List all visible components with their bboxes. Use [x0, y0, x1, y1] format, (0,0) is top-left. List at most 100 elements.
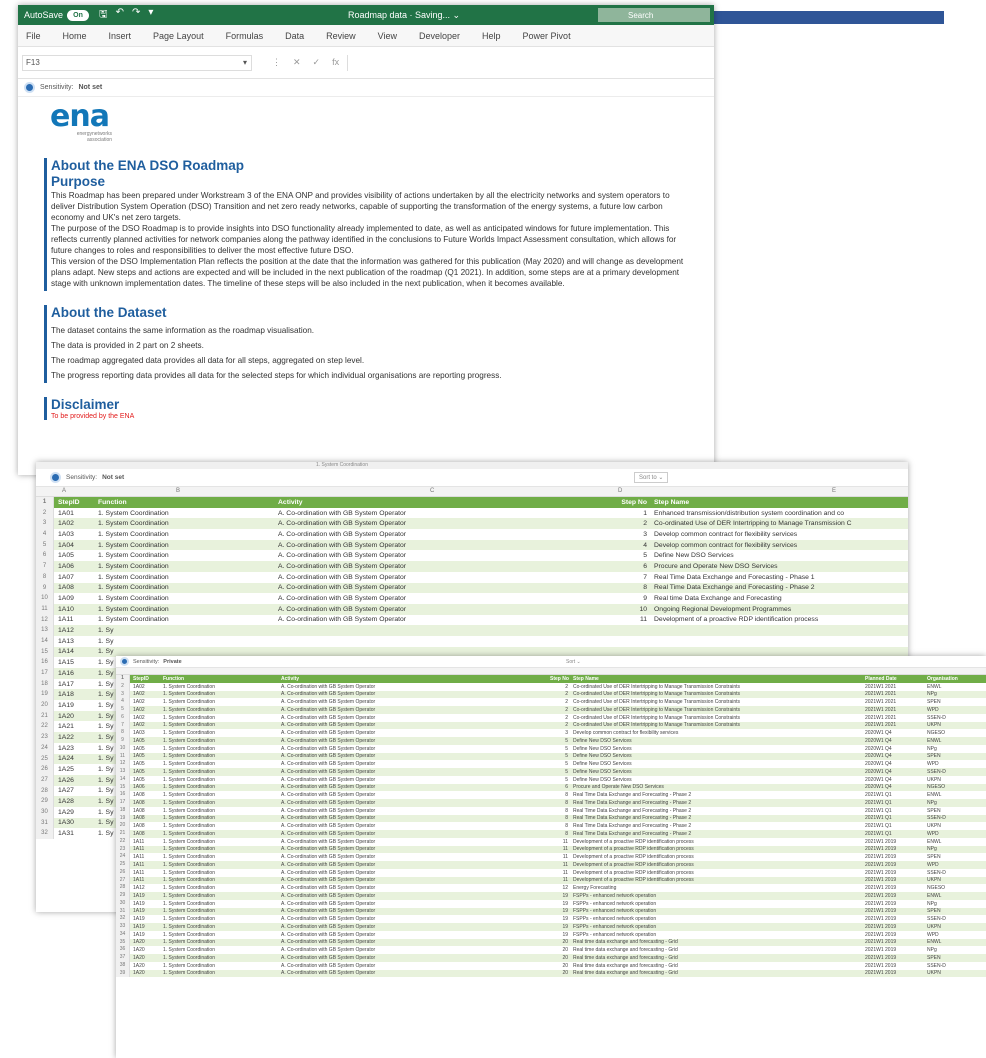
- chevron-down-icon[interactable]: ▾: [243, 58, 247, 67]
- function-cell[interactable]: 1. Sy: [94, 638, 274, 645]
- organisation-cell[interactable]: NGESO: [924, 730, 986, 736]
- step-no-cell[interactable]: 19: [550, 916, 570, 922]
- step-id-cell[interactable]: 1A06: [130, 784, 160, 790]
- toggle-switch[interactable]: On: [67, 9, 90, 21]
- sensitivity-icon[interactable]: [24, 82, 35, 93]
- row-number[interactable]: 9: [36, 582, 54, 594]
- step-id-cell[interactable]: 1A08: [130, 831, 160, 837]
- step-name-cell[interactable]: Define New DSO Services: [570, 738, 862, 744]
- cancel-icon[interactable]: ✕: [293, 57, 301, 68]
- save-icon[interactable]: 🖫: [99, 7, 108, 24]
- activity-cell[interactable]: A. Co-ordination with GB System Operator: [278, 722, 550, 728]
- step-id-cell[interactable]: 1A20: [130, 947, 160, 953]
- activity-cell[interactable]: A. Co-ordination with GB System Operator: [278, 769, 550, 775]
- organisation-cell[interactable]: SSEN-D: [924, 715, 986, 721]
- step-name-cell[interactable]: Co-ordinated Use of DER Intertripping to…: [570, 684, 862, 690]
- function-cell[interactable]: 1. System Coordination: [160, 854, 278, 860]
- row-number[interactable]: 39: [116, 969, 130, 978]
- function-cell[interactable]: 1. System Coordination: [160, 924, 278, 930]
- step-id-cell[interactable]: 1A05: [130, 777, 160, 783]
- function-cell[interactable]: 1. System Coordination: [160, 885, 278, 891]
- row-number[interactable]: 2: [36, 507, 54, 519]
- function-cell[interactable]: 1. System Coordination: [94, 531, 274, 538]
- activity-cell[interactable]: A. Co-ordination with GB System Operator: [274, 531, 620, 538]
- step-no-cell[interactable]: 11: [550, 846, 570, 852]
- organisation-cell[interactable]: SPEN: [924, 808, 986, 814]
- organisation-cell[interactable]: NPg: [924, 901, 986, 907]
- activity-cell[interactable]: A. Co-ordination with GB System Operator: [278, 699, 550, 705]
- row-number[interactable]: 9: [116, 737, 130, 745]
- function-cell[interactable]: 1. System Coordination: [94, 552, 274, 559]
- row-number[interactable]: 19: [116, 814, 130, 823]
- step-no-cell[interactable]: 2: [550, 707, 570, 713]
- step-no-cell[interactable]: 8: [550, 815, 570, 821]
- col-letter[interactable]: E: [832, 488, 836, 494]
- organisation-cell[interactable]: UKPN: [924, 777, 986, 783]
- step-id-cell[interactable]: 1A05: [54, 552, 94, 559]
- step-no-cell[interactable]: 20: [550, 970, 570, 976]
- function-cell[interactable]: 1. System Coordination: [160, 792, 278, 798]
- organisation-cell[interactable]: ENWL: [924, 738, 986, 744]
- step-id-cell[interactable]: 1A05: [130, 746, 160, 752]
- row-number[interactable]: 10: [116, 744, 130, 753]
- planned-date-cell[interactable]: 2021W1 2019: [862, 916, 924, 922]
- step-no-cell[interactable]: 2: [620, 520, 650, 527]
- step-no-cell[interactable]: 2: [550, 699, 570, 705]
- step-name-cell[interactable]: Development of a proactive RDP identific…: [650, 616, 908, 623]
- function-cell[interactable]: 1. System Coordination: [160, 955, 278, 961]
- planned-date-cell[interactable]: 2021W1 2019: [862, 862, 924, 868]
- function-cell[interactable]: 1. System Coordination: [94, 574, 274, 581]
- step-id-cell[interactable]: 1A04: [54, 542, 94, 549]
- function-cell[interactable]: 1. System Coordination: [160, 808, 278, 814]
- function-cell[interactable]: 1. System Coordination: [94, 542, 274, 549]
- planned-date-cell[interactable]: 2021W1 2021: [862, 707, 924, 713]
- organisation-cell[interactable]: SPEN: [924, 854, 986, 860]
- activity-cell[interactable]: A. Co-ordination with GB System Operator: [278, 939, 550, 945]
- function-cell[interactable]: 1. System Coordination: [94, 520, 274, 527]
- column-header[interactable]: Activity: [278, 676, 550, 682]
- activity-cell[interactable]: A. Co-ordination with GB System Operator: [274, 563, 620, 570]
- step-name-cell[interactable]: Define New DSO Services: [570, 761, 862, 767]
- step-name-cell[interactable]: Define New DSO Services: [650, 552, 908, 559]
- step-id-cell[interactable]: 1A07: [54, 574, 94, 581]
- function-cell[interactable]: 1. System Coordination: [160, 970, 278, 976]
- step-id-cell[interactable]: 1A20: [130, 939, 160, 945]
- step-id-cell[interactable]: 1A11: [130, 846, 160, 852]
- step-id-cell[interactable]: 1A20: [54, 713, 94, 720]
- activity-cell[interactable]: A. Co-ordination with GB System Operator: [278, 901, 550, 907]
- step-name-cell[interactable]: FSPPs - enhanced network operation: [570, 932, 862, 938]
- row-number[interactable]: 23: [116, 845, 130, 854]
- activity-cell[interactable]: A. Co-ordination with GB System Operator: [278, 746, 550, 752]
- row-number[interactable]: 19: [36, 689, 54, 701]
- planned-date-cell[interactable]: 2020W1 Q4: [862, 753, 924, 759]
- organisation-cell[interactable]: UKPN: [924, 877, 986, 883]
- function-cell[interactable]: 1. System Coordination: [160, 777, 278, 783]
- organisation-cell[interactable]: SPEN: [924, 955, 986, 961]
- activity-cell[interactable]: A. Co-ordination with GB System Operator: [274, 574, 620, 581]
- row-number[interactable]: 14: [36, 635, 54, 647]
- step-name-cell[interactable]: Real time data exchange and forecasting …: [570, 939, 862, 945]
- row-number[interactable]: 36: [116, 946, 130, 954]
- step-name-cell[interactable]: Co-ordinated Use of DER Intertripping to…: [570, 691, 862, 697]
- function-cell[interactable]: 1. System Coordination: [160, 893, 278, 899]
- function-cell[interactable]: 1. System Coordination: [160, 730, 278, 736]
- row-number[interactable]: 8: [36, 571, 54, 583]
- step-no-cell[interactable]: 12: [550, 885, 570, 891]
- step-id-cell[interactable]: 1A28: [54, 798, 94, 805]
- column-header[interactable]: Planned Date: [862, 676, 924, 682]
- column-header[interactable]: Function: [94, 499, 274, 506]
- step-no-cell[interactable]: 2: [550, 691, 570, 697]
- function-cell[interactable]: 1. System Coordination: [94, 563, 274, 570]
- step-name-cell[interactable]: Development of a proactive RDP identific…: [570, 870, 862, 876]
- function-cell[interactable]: 1. System Coordination: [160, 932, 278, 938]
- function-cell[interactable]: 1. System Coordination: [160, 715, 278, 721]
- activity-cell[interactable]: A. Co-ordination with GB System Operator: [278, 730, 550, 736]
- organisation-cell[interactable]: SSEN-D: [924, 815, 986, 821]
- activity-cell[interactable]: A. Co-ordination with GB System Operator: [278, 854, 550, 860]
- function-cell[interactable]: 1. System Coordination: [94, 616, 274, 623]
- step-id-cell[interactable]: 1A21: [54, 723, 94, 730]
- step-name-cell[interactable]: Real time data exchange and forecasting …: [570, 947, 862, 953]
- step-name-cell[interactable]: Ongoing Regional Development Programmes: [650, 606, 908, 613]
- organisation-cell[interactable]: NPg: [924, 691, 986, 697]
- step-id-cell[interactable]: 1A05: [130, 738, 160, 744]
